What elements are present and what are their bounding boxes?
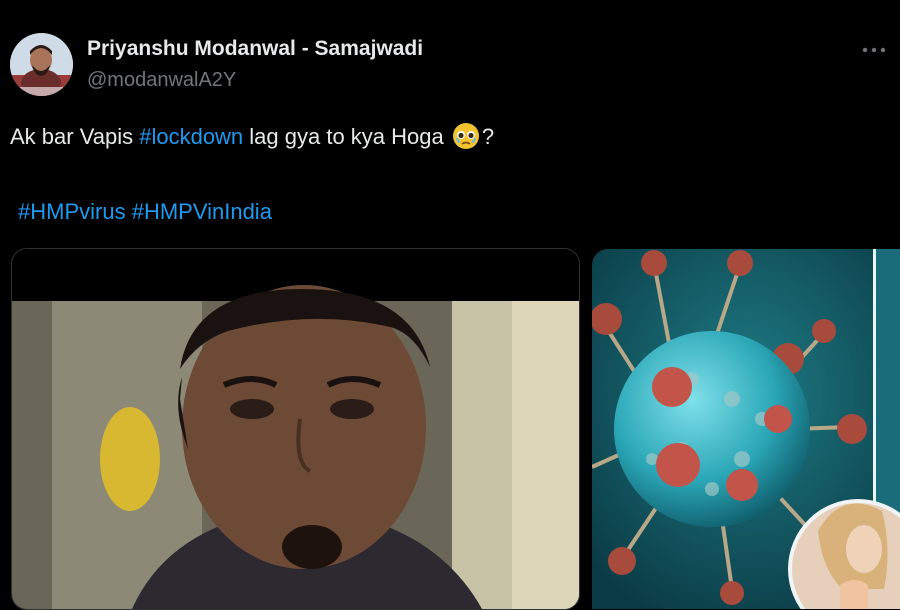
tweet: Priyanshu Modanwal - Samajwadi @modanwal… (0, 0, 900, 610)
pleading-face-emoji-icon (452, 123, 479, 149)
more-options-button[interactable] (856, 36, 892, 64)
more-dots-icon (862, 47, 886, 53)
tweet-text-part: Ak bar Vapis (10, 124, 140, 149)
hashtag-hmpvirus[interactable]: #HMPvirus (18, 199, 126, 224)
hashtag-lockdown[interactable]: #lockdown (139, 124, 243, 149)
tweet-text-part: ? (481, 124, 495, 149)
avatar[interactable] (10, 33, 73, 96)
media-scared-man-photo[interactable] (11, 248, 580, 610)
tweet-text: Ak bar Vapis #lockdown lag gya to kya Ho… (10, 122, 494, 152)
tweet-text-part: lag gya to kya Hoga (243, 124, 450, 149)
avatar-image (10, 33, 73, 96)
author-display-name[interactable]: Priyanshu Modanwal - Samajwadi (87, 37, 423, 61)
tweet-media (11, 248, 900, 610)
virus-image (592, 249, 900, 609)
hashtag-hmpvinindia[interactable]: #HMPVinIndia (132, 199, 272, 224)
hashtag-line: #HMPvirus #HMPVinIndia (18, 197, 272, 227)
author-handle[interactable]: @modanwalA2Y (87, 69, 236, 92)
scared-man-image (12, 249, 579, 609)
media-virus-illustration[interactable] (592, 249, 900, 609)
